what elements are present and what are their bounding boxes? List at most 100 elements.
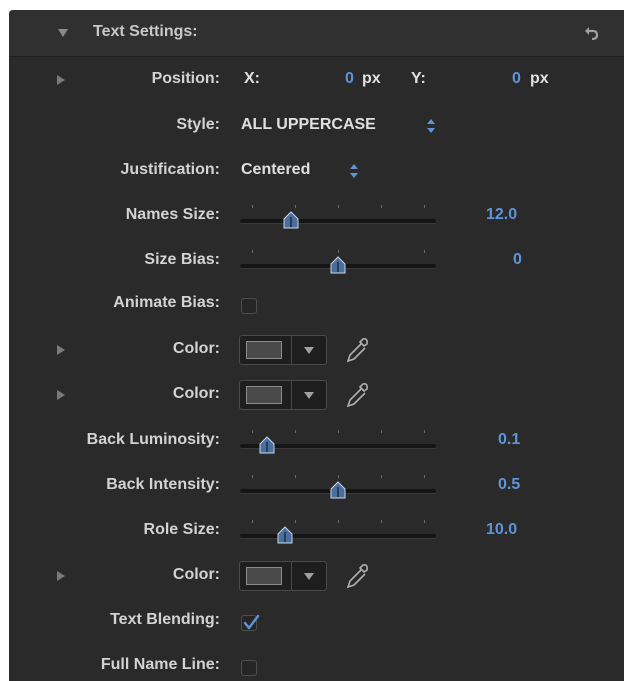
- slider-track[interactable]: [240, 219, 436, 223]
- slider-thumb[interactable]: [277, 526, 293, 544]
- size-bias-row: Size Bias: 0: [9, 246, 624, 276]
- slider-tick: [381, 475, 382, 478]
- slider-thumb[interactable]: [330, 481, 346, 499]
- role-size-label: Role Size:: [143, 521, 220, 538]
- divider: [291, 562, 292, 590]
- expand-triangle-icon[interactable]: [57, 75, 65, 85]
- slider-tick: [338, 475, 339, 478]
- popup-stepper-icon[interactable]: [426, 116, 436, 136]
- color-swatch[interactable]: [246, 567, 282, 585]
- back-luminosity-row: Back Luminosity: 0.1: [9, 426, 624, 456]
- full-name-line-row: Full Name Line:: [9, 651, 624, 681]
- slider-tick: [381, 520, 382, 523]
- slider-tick: [424, 430, 425, 433]
- eyedropper-icon[interactable]: [343, 561, 371, 591]
- names-size-slider[interactable]: [240, 201, 436, 231]
- color-well[interactable]: [239, 561, 327, 591]
- eyedropper-icon[interactable]: [343, 335, 371, 365]
- slider-tick: [252, 475, 253, 478]
- color-well[interactable]: [239, 335, 327, 365]
- slider-tick: [252, 250, 253, 253]
- back-luminosity-value[interactable]: 0.1: [498, 431, 520, 449]
- animate-bias-row: Animate Bias:: [9, 289, 624, 319]
- size-bias-slider[interactable]: [240, 246, 436, 276]
- size-bias-value[interactable]: 0: [513, 251, 522, 269]
- section-title: Text Settings:: [93, 23, 198, 40]
- style-label: Style:: [176, 116, 220, 133]
- divider: [291, 336, 292, 364]
- divider: [291, 381, 292, 409]
- role-size-value[interactable]: 10.0: [486, 521, 517, 539]
- eyedropper-icon[interactable]: [343, 380, 371, 410]
- color-swatch[interactable]: [246, 341, 282, 359]
- slider-tick: [338, 520, 339, 523]
- dropdown-arrow-icon[interactable]: [304, 347, 314, 354]
- dropdown-arrow-icon[interactable]: [304, 392, 314, 399]
- slider-tick: [252, 520, 253, 523]
- color-label: Color:: [172, 340, 220, 357]
- checkmark-icon: [243, 614, 260, 630]
- slider-tick: [424, 250, 425, 253]
- text-blending-row: Text Blending:: [9, 606, 624, 636]
- names-size-label: Names Size:: [125, 206, 220, 223]
- slider-tick: [252, 205, 253, 208]
- slider-tick: [424, 520, 425, 523]
- expand-triangle-icon[interactable]: [57, 571, 65, 581]
- justification-popup[interactable]: Centered: [241, 161, 310, 179]
- x-value[interactable]: 0: [345, 70, 354, 88]
- role-size-slider[interactable]: [240, 516, 436, 546]
- color-row-2: Color:: [9, 380, 624, 410]
- back-intensity-label: Back Intensity:: [106, 476, 220, 493]
- justification-row: Justification: Centered: [9, 156, 624, 186]
- color-swatch[interactable]: [246, 386, 282, 404]
- collapse-triangle-icon[interactable]: [58, 29, 68, 37]
- y-value[interactable]: 0: [512, 70, 521, 88]
- full-name-line-checkbox[interactable]: [241, 660, 257, 676]
- section-header[interactable]: Text Settings:: [9, 10, 624, 57]
- slider-tick: [381, 430, 382, 433]
- slider-tick: [295, 520, 296, 523]
- style-row: Style: ALL UPPERCASE: [9, 111, 624, 141]
- slider-tick: [252, 430, 253, 433]
- role-size-row: Role Size: 10.0: [9, 516, 624, 546]
- expand-triangle-icon[interactable]: [57, 390, 65, 400]
- color-row-3: Color:: [9, 561, 624, 591]
- position-row: Position: X: 0 px Y: 0 px: [9, 65, 624, 95]
- slider-tick: [424, 205, 425, 208]
- slider-tick: [295, 205, 296, 208]
- color-well[interactable]: [239, 380, 327, 410]
- color-label: Color:: [172, 566, 220, 583]
- slider-thumb[interactable]: [283, 211, 299, 229]
- slider-thumb[interactable]: [330, 256, 346, 274]
- style-popup[interactable]: ALL UPPERCASE: [241, 116, 376, 134]
- animate-bias-checkbox[interactable]: [241, 298, 257, 314]
- dropdown-arrow-icon[interactable]: [304, 573, 314, 580]
- color-row-1: Color:: [9, 335, 624, 365]
- back-luminosity-slider[interactable]: [240, 426, 436, 456]
- back-luminosity-label: Back Luminosity:: [86, 431, 220, 448]
- slider-tick: [338, 205, 339, 208]
- text-settings-panel: Text Settings: Position: X: 0 px Y: 0 px…: [9, 10, 624, 681]
- text-blending-label: Text Blending:: [110, 611, 220, 628]
- slider-tick: [338, 430, 339, 433]
- names-size-value[interactable]: 12.0: [486, 206, 517, 224]
- color-label: Color:: [172, 385, 220, 402]
- slider-tick: [381, 205, 382, 208]
- text-blending-checkbox[interactable]: [241, 614, 260, 631]
- x-label: X:: [244, 70, 260, 87]
- size-bias-label: Size Bias:: [144, 251, 220, 268]
- x-unit: px: [362, 70, 381, 87]
- slider-tick: [295, 475, 296, 478]
- y-unit: px: [530, 70, 549, 87]
- expand-triangle-icon[interactable]: [57, 345, 65, 355]
- y-label: Y:: [411, 70, 426, 87]
- position-label: Position:: [151, 70, 220, 87]
- slider-track[interactable]: [240, 534, 436, 538]
- slider-thumb[interactable]: [259, 436, 275, 454]
- back-intensity-row: Back Intensity: 0.5: [9, 471, 624, 501]
- back-intensity-slider[interactable]: [240, 471, 436, 501]
- reset-arrow-icon[interactable]: [582, 23, 602, 43]
- justification-label: Justification:: [120, 161, 220, 178]
- popup-stepper-icon[interactable]: [349, 161, 359, 181]
- back-intensity-value[interactable]: 0.5: [498, 476, 520, 494]
